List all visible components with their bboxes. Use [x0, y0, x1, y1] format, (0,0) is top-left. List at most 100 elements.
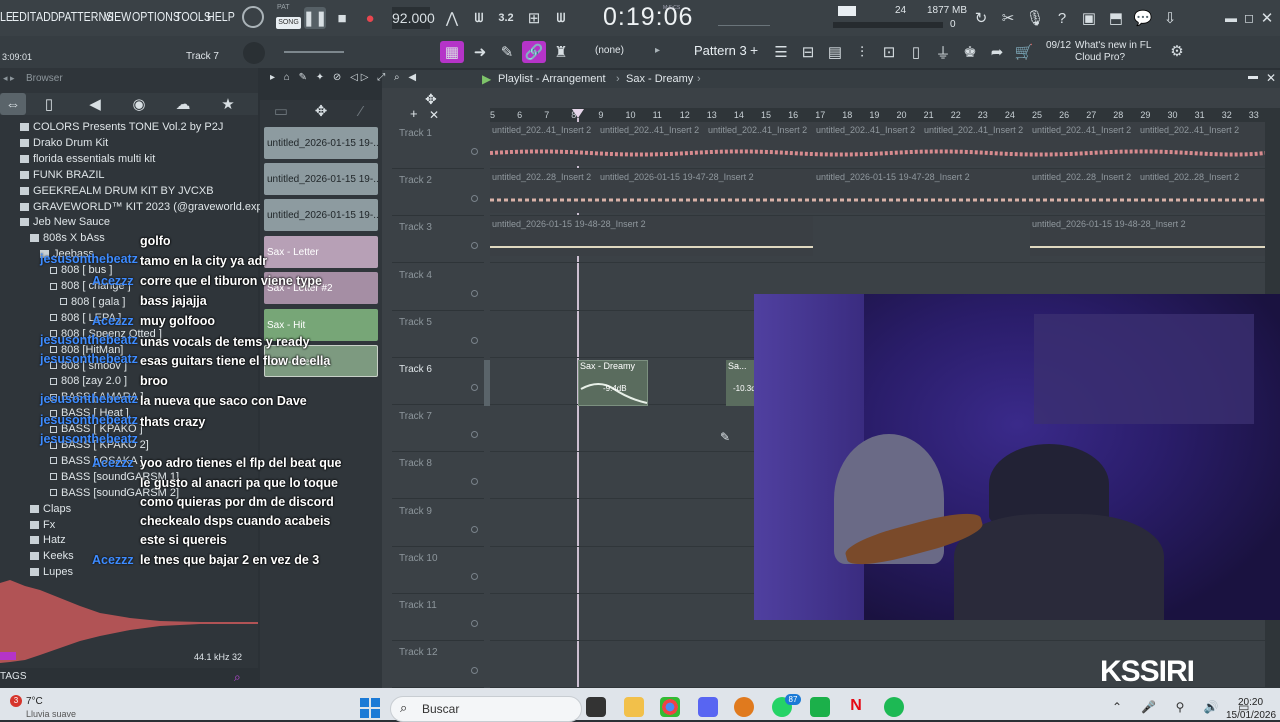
clock-time[interactable]: 20:20 [1238, 697, 1263, 708]
netflix-icon[interactable]: N [846, 697, 866, 717]
add-track-icon[interactable]: + [410, 106, 418, 121]
track-mute-icon[interactable] [471, 667, 478, 675]
track-mute-icon[interactable] [471, 431, 478, 439]
weather-desc[interactable]: Lluvia suave [26, 709, 76, 719]
browser-tab-cloud-icon[interactable]: ☁ [172, 93, 194, 115]
track-header[interactable]: Track 3 [392, 216, 484, 264]
picker-clip[interactable]: untitled_2026-01-15 19-... [264, 127, 378, 159]
track-mute-icon[interactable] [471, 478, 478, 486]
track-header[interactable]: Track 12 [392, 641, 484, 689]
taskview-icon[interactable] [586, 697, 606, 717]
playlist-toggle-icon[interactable]: ▦ [440, 41, 464, 63]
menu-add[interactable]: ADD [36, 9, 59, 24]
app-icon[interactable] [810, 697, 830, 717]
browser-tab-star-icon[interactable]: ★ [217, 93, 239, 115]
windows-start-icon[interactable] [360, 698, 380, 718]
stop-icon[interactable]: ■ [331, 7, 353, 29]
picker-pattern-icon[interactable]: ▭ [270, 100, 292, 122]
brush-icon[interactable]: ✎ [496, 41, 518, 63]
pattern-arrow-icon[interactable]: ▸ [655, 45, 660, 56]
fl-cloud-icon[interactable]: ⚙ [1166, 40, 1188, 62]
snap-selector[interactable]: (none) [595, 45, 624, 56]
metronome-icon[interactable]: ⋀ [441, 7, 463, 29]
mixer-icon[interactable]: ☰ [770, 41, 792, 63]
browser-item[interactable]: Claps [30, 503, 71, 519]
menu-help[interactable]: HELP [207, 9, 235, 24]
plug-icon[interactable]: ⏚ [932, 41, 954, 63]
pitch-slider[interactable] [284, 51, 344, 53]
menu-options[interactable]: OPTIONS [132, 9, 180, 24]
song-mode-toggle[interactable]: SONG [276, 17, 301, 29]
person-icon[interactable]: ♚ [959, 41, 981, 63]
pat-label[interactable]: PAT [277, 4, 290, 11]
equalizer-icon[interactable]: ⫶ [851, 41, 873, 63]
move-icon[interactable]: ✥ [425, 91, 437, 108]
track-mute-icon[interactable] [471, 572, 478, 580]
countdown-icon[interactable]: 3.2 [495, 7, 517, 29]
tags-label[interactable]: TAGS [0, 671, 26, 682]
channel-rack-icon[interactable]: ⊟ [797, 41, 819, 63]
browser-item[interactable]: GEEKREALM DRUM KIT BY JVCXB [20, 185, 214, 201]
picker-clip[interactable]: untitled_2026-01-15 19-... [264, 163, 378, 195]
browser-item[interactable]: Fx [30, 519, 55, 535]
track-header[interactable]: Track 6 [392, 358, 484, 405]
reset-icon[interactable]: ↻ [970, 7, 992, 29]
clock-date[interactable]: 15/01/2026 [1226, 710, 1276, 721]
tag-search-icon[interactable]: ⌕ [234, 670, 241, 685]
add-pattern-icon[interactable]: + [750, 42, 758, 58]
save-icon[interactable]: ▣ [1078, 7, 1100, 29]
menu-edit[interactable]: EDIT [12, 9, 36, 24]
track-mute-icon[interactable] [471, 336, 478, 344]
chrome-icon[interactable] [660, 697, 680, 717]
picker-audio-icon[interactable]: ✥ [310, 100, 332, 122]
tempo-display[interactable]: 92.000 [392, 7, 435, 29]
track-mute-icon[interactable] [471, 620, 478, 627]
browser-item[interactable]: 808s X bAss [30, 232, 105, 248]
browser-tree-icon[interactable]: ⊡ [878, 41, 900, 63]
export-icon[interactable]: ⬒ [1105, 7, 1127, 29]
track-header[interactable]: Track 7 [392, 405, 484, 453]
timeline-ruler[interactable] [490, 108, 1280, 122]
taskbar-search[interactable] [390, 696, 582, 722]
playlist-play-icon[interactable]: ▶ [482, 72, 491, 86]
browser-arrow-icon[interactable]: ◂ ▸ [3, 73, 15, 84]
browser-item[interactable]: Jeb New Sauce [20, 216, 110, 232]
chat-icon[interactable]: 💬 [1132, 7, 1154, 29]
close-icon[interactable]: ✕ [1256, 7, 1278, 29]
file-explorer-icon[interactable] [624, 697, 644, 717]
track-mute-icon[interactable] [471, 148, 478, 155]
track-mute-icon[interactable] [471, 289, 478, 297]
track-header[interactable]: Track 10 [392, 547, 484, 594]
wait-input-icon[interactable]: ᗯ [468, 7, 490, 29]
browser-tab-all-icon[interactable]: ⇔ [0, 93, 26, 115]
browser-item[interactable]: Keeks [30, 550, 74, 566]
playlist-close-icon[interactable]: ✕ [1266, 71, 1276, 85]
share-icon[interactable]: ➦ [986, 41, 1008, 63]
picker-clip[interactable]: untitled_2026-01-15 19-... [264, 199, 378, 231]
playlist-tools-icon[interactable]: ▸ ⌂ ✎ ✦ ⊘ ◁▷ ⤢ ⌕ ◀ [270, 72, 419, 83]
track-mute-icon[interactable] [471, 195, 478, 203]
news-text[interactable]: What's new in FL Cloud Pro? [1075, 40, 1165, 64]
help-icon[interactable]: ? [1051, 7, 1073, 29]
weather-temp[interactable]: 7°C [26, 696, 43, 707]
browser-item[interactable]: 808 [ gala ] [60, 296, 125, 312]
menu-tools[interactable]: TOOLS [175, 9, 211, 24]
pattern-selector[interactable]: Pattern 3 [694, 43, 747, 58]
track-header[interactable]: Track 9 [392, 500, 484, 547]
loop-record-icon[interactable]: ᗯ [550, 7, 572, 29]
piano-roll-icon[interactable]: ▤ [824, 41, 846, 63]
track-mute-icon[interactable] [471, 525, 478, 533]
channel-knob[interactable] [243, 42, 265, 64]
link-icon[interactable]: 🔗 [522, 41, 546, 63]
master-volume-knob[interactable] [242, 6, 264, 28]
record-icon[interactable]: ● [359, 7, 381, 29]
picker-clip[interactable]: Sax - Letter [264, 236, 378, 268]
step-edit-icon[interactable]: ⊞ [523, 7, 545, 29]
arrow-icon[interactable]: ➜ [469, 41, 491, 63]
browser-tab-files-icon[interactable]: ▯ [38, 93, 60, 115]
track-mute-icon[interactable] [471, 242, 478, 250]
spotify-icon[interactable] [884, 697, 904, 717]
picker-automation-icon[interactable]: ⁄ [350, 100, 372, 122]
download-icon[interactable]: ⇩ [1159, 7, 1181, 29]
track-header[interactable]: Track 5 [392, 311, 484, 358]
